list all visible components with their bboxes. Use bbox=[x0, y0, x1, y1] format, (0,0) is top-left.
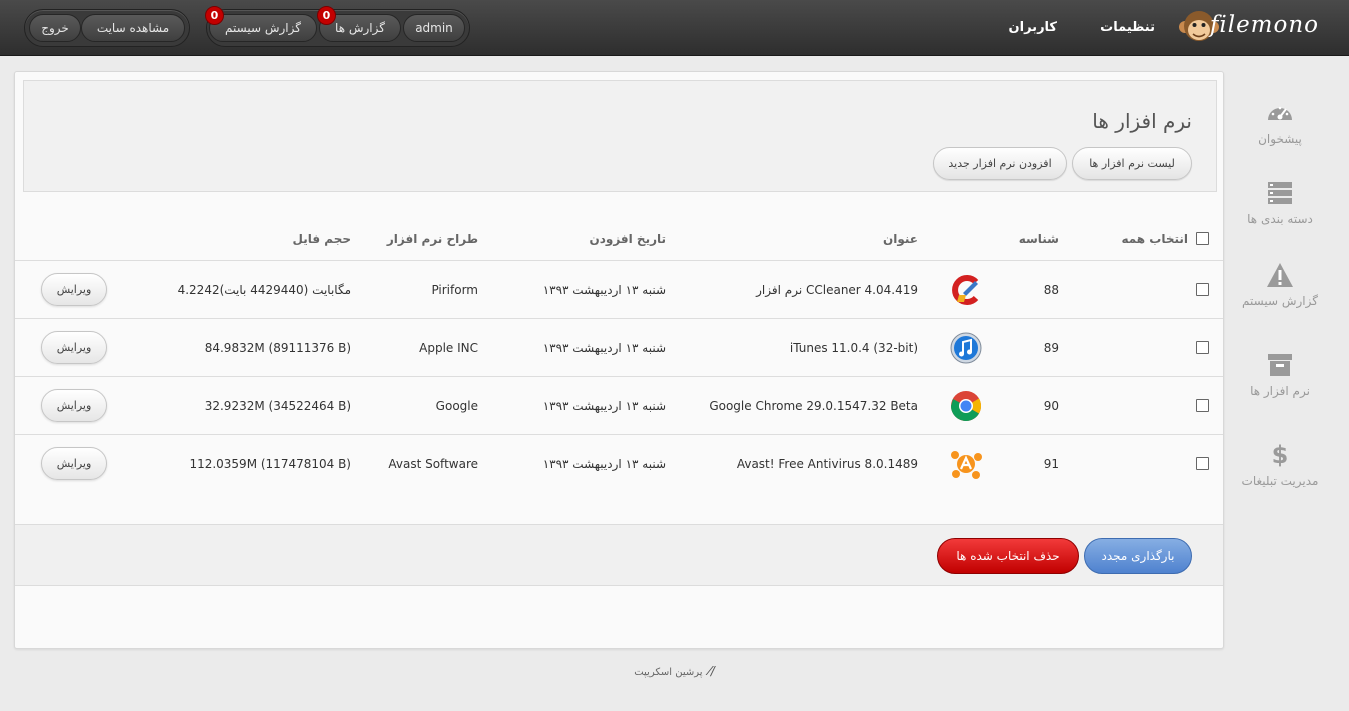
row-size: 32.9232M (34522464 B) bbox=[204, 399, 351, 413]
row-developer: Google bbox=[435, 399, 478, 413]
nav-users[interactable]: کاربران bbox=[1009, 20, 1057, 35]
archive-icon bbox=[1268, 354, 1292, 376]
sidebar-label-system-report: گزارش سیستم bbox=[1242, 294, 1318, 308]
table-row: 90 Google Chrome 29.0.1547.32 Beta شنبه … bbox=[15, 376, 1223, 434]
header-date: تاریخ افزودن bbox=[589, 232, 666, 246]
software-list-button[interactable]: لیست نرم افزار ها bbox=[1072, 147, 1192, 180]
credit-text: پرشین اسکریپت bbox=[634, 667, 703, 678]
row-id: 89 bbox=[1043, 341, 1059, 355]
edit-button[interactable]: ویرایش bbox=[41, 447, 107, 480]
table-row: 91 Avast! Free Antivirus 8.0.1489 شنبه ۱… bbox=[15, 434, 1223, 492]
categories-icon bbox=[1268, 182, 1292, 204]
sidebar-item-system-report[interactable]: گزارش سیستم bbox=[1230, 262, 1330, 308]
logout-button[interactable]: خروج bbox=[29, 14, 81, 42]
row-id: 90 bbox=[1043, 399, 1059, 413]
edit-button[interactable]: ویرایش bbox=[41, 331, 107, 364]
system-report-button[interactable]: گزارش سیستم bbox=[209, 14, 317, 42]
footer-credit[interactable]: پرشین اسکریپت ⁄/ bbox=[0, 664, 1349, 678]
header-select-all: انتخاب همه bbox=[1121, 232, 1188, 246]
reload-button[interactable]: بارگذاری مجدد bbox=[1084, 538, 1192, 574]
table-row: 89 iTunes 11.0.4 (32-bit) شنبه ۱۳ اردیبه… bbox=[15, 318, 1223, 376]
row-title[interactable]: Avast! Free Antivirus 8.0.1489 bbox=[737, 457, 918, 471]
system-report-count-badge: 0 bbox=[205, 6, 224, 25]
row-developer: Piriform bbox=[431, 283, 478, 297]
reports-count-badge: 0 bbox=[317, 6, 336, 25]
table-row: 88 نرم افزار CCleaner 4.04.419 شنبه ۱۳ ا… bbox=[15, 260, 1223, 318]
warning-icon bbox=[1267, 263, 1293, 287]
row-developer: Avast Software bbox=[388, 457, 478, 471]
sidebar-item-ads[interactable]: $ مدیریت تبلیغات bbox=[1230, 442, 1330, 488]
row-id: 91 bbox=[1043, 457, 1059, 471]
sidebar-label-dashboard: پیشخوان bbox=[1258, 132, 1302, 146]
sidebar-label-software: نرم افزار ها bbox=[1250, 384, 1310, 398]
sidebar-item-software[interactable]: نرم افزار ها bbox=[1230, 352, 1330, 398]
top-bar: filemono تنظیمات کاربران admin گزارش ها … bbox=[0, 0, 1349, 56]
row-checkbox[interactable] bbox=[1196, 283, 1209, 296]
header-id: شناسه bbox=[1018, 232, 1059, 246]
site-toolbar: مشاهده سایت خروج bbox=[24, 9, 190, 47]
itunes-icon bbox=[950, 332, 982, 364]
logo[interactable]: filemono bbox=[1179, 6, 1319, 50]
page-header: نرم افزار ها لیست نرم افزار ها افزودن نر… bbox=[23, 80, 1217, 192]
pen-logo-icon: ⁄/ bbox=[708, 664, 715, 678]
sidebar-item-dashboard[interactable]: پیشخوان bbox=[1230, 100, 1330, 146]
user-toolbar: admin گزارش ها 0 گزارش سیستم 0 bbox=[205, 6, 470, 47]
reports-label: گزارش ها bbox=[335, 21, 385, 35]
nav-settings[interactable]: تنظیمات bbox=[1100, 20, 1155, 35]
header-developer: طراح نرم افزار bbox=[386, 232, 478, 246]
avast-icon bbox=[951, 451, 982, 479]
sidebar-label-ads: مدیریت تبلیغات bbox=[1241, 474, 1319, 488]
sidebar-item-categories[interactable]: دسته بندی ها bbox=[1230, 180, 1330, 226]
row-title[interactable]: iTunes 11.0.4 (32-bit) bbox=[790, 341, 918, 355]
view-site-button[interactable]: مشاهده سایت bbox=[81, 14, 185, 42]
dollar-icon: $ bbox=[1271, 441, 1289, 469]
row-date: شنبه ۱۳ اردیبهشت ۱۳۹۳ bbox=[542, 457, 666, 471]
page-title: نرم افزار ها bbox=[1092, 109, 1192, 133]
sidebar-label-categories: دسته بندی ها bbox=[1247, 212, 1313, 226]
header-size: حجم فایل bbox=[292, 232, 351, 246]
edit-button[interactable]: ویرایش bbox=[41, 389, 107, 422]
main-panel: نرم افزار ها لیست نرم افزار ها افزودن نر… bbox=[14, 71, 1224, 649]
delete-selected-button[interactable]: حذف انتخاب شده ها bbox=[937, 538, 1079, 574]
row-size: 112.0359M (117478104 B) bbox=[189, 457, 351, 471]
dashboard-icon bbox=[1268, 106, 1292, 120]
add-software-button[interactable]: افزودن نرم افزار جدید bbox=[933, 147, 1067, 180]
brand-name: filemono bbox=[1209, 12, 1319, 38]
system-report-label: گزارش سیستم bbox=[225, 21, 301, 35]
row-developer: Apple INC bbox=[419, 341, 478, 355]
row-id: 88 bbox=[1043, 283, 1059, 297]
row-title[interactable]: Google Chrome 29.0.1547.32 Beta bbox=[709, 399, 918, 413]
row-checkbox[interactable] bbox=[1196, 457, 1209, 470]
select-all-checkbox[interactable] bbox=[1196, 232, 1209, 245]
user-menu-button[interactable]: admin bbox=[403, 14, 465, 42]
edit-button[interactable]: ویرایش bbox=[41, 273, 107, 306]
row-checkbox[interactable] bbox=[1196, 341, 1209, 354]
row-date: شنبه ۱۳ اردیبهشت ۱۳۹۳ bbox=[542, 283, 666, 297]
row-size: 84.9832M (89111376 B) bbox=[204, 341, 351, 355]
row-checkbox[interactable] bbox=[1196, 399, 1209, 412]
header-title: عنوان bbox=[883, 232, 918, 246]
row-size: 4.2242مگابایت (4429440 بایت) bbox=[177, 283, 351, 297]
row-date: شنبه ۱۳ اردیبهشت ۱۳۹۳ bbox=[542, 399, 666, 413]
chrome-icon bbox=[951, 391, 982, 422]
row-title[interactable]: نرم افزار CCleaner 4.04.419 bbox=[756, 283, 918, 297]
action-bar: بارگذاری مجدد حذف انتخاب شده ها bbox=[15, 524, 1223, 586]
row-date: شنبه ۱۳ اردیبهشت ۱۳۹۳ bbox=[542, 341, 666, 355]
ccleaner-icon bbox=[952, 275, 979, 305]
